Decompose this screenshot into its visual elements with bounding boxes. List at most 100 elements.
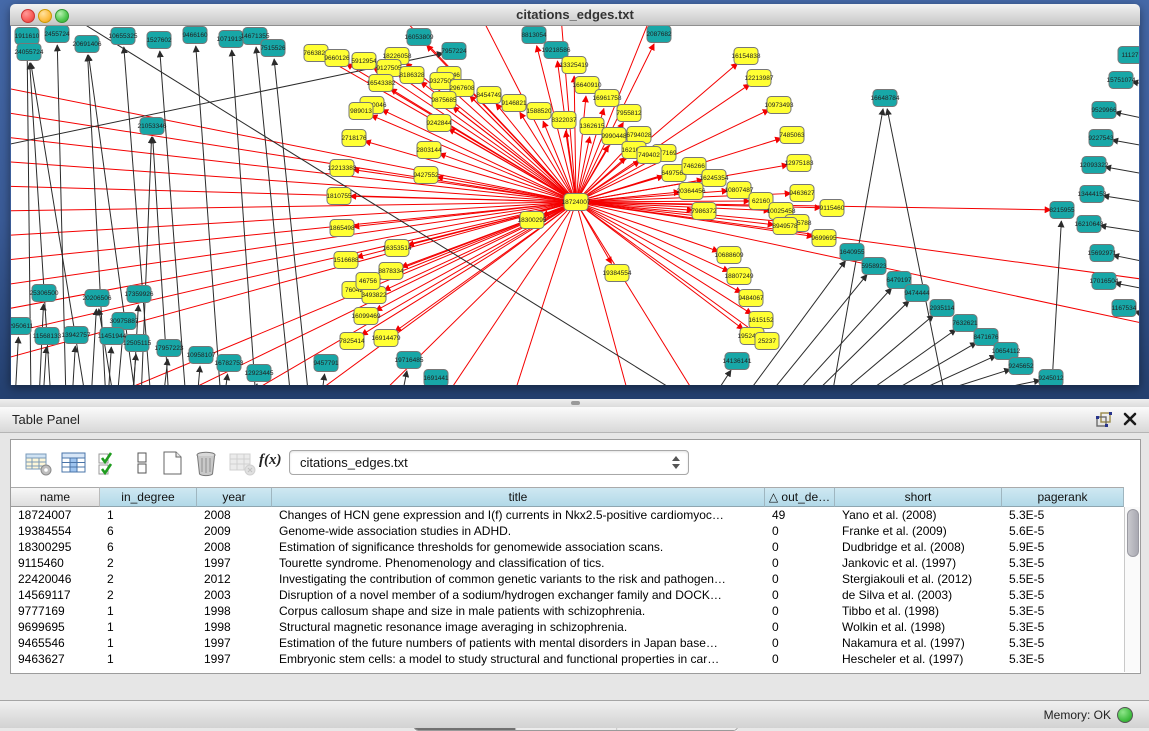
table-cell: Franke et al. (2009) bbox=[835, 523, 1002, 539]
table-cell: 5.3E-5 bbox=[1002, 635, 1124, 651]
table-cell: 6 bbox=[100, 539, 197, 555]
table-cell: Estimation of the future numbers of pati… bbox=[272, 635, 765, 651]
table-cell: 2012 bbox=[197, 571, 272, 587]
graph-node-label: 9457791 bbox=[313, 360, 339, 367]
window-titlebar[interactable]: citations_edges.txt bbox=[10, 4, 1140, 26]
table-panel: Table Panel bbox=[0, 407, 1149, 700]
table-settings-icon[interactable] bbox=[23, 448, 53, 478]
graph-edge bbox=[441, 202, 576, 385]
graph-node-label: 9227543 bbox=[1088, 135, 1114, 142]
column-header-title[interactable]: title bbox=[272, 487, 765, 507]
column-header-name[interactable]: name bbox=[11, 487, 100, 507]
graph-node-label: 8813054 bbox=[521, 32, 547, 39]
table-cell: 19384554 bbox=[11, 523, 100, 539]
splitter-handle-icon[interactable] bbox=[571, 401, 580, 405]
graph-node-label: 10654112 bbox=[992, 348, 1021, 355]
table-cell: 0 bbox=[765, 635, 835, 651]
graph-edge bbox=[196, 46, 221, 385]
column-header-out_de[interactable]: △ out_de… bbox=[765, 487, 835, 507]
delete-icon[interactable] bbox=[191, 448, 221, 478]
column-header-short[interactable]: short bbox=[835, 487, 1002, 507]
graph-node-label: 10958107 bbox=[187, 352, 216, 359]
memory-status-icon bbox=[1117, 707, 1133, 723]
table-cell: 2003 bbox=[197, 587, 272, 603]
graph-node-label: 9875685 bbox=[431, 97, 457, 104]
graph-node-label: 9427552 bbox=[413, 172, 439, 179]
close-panel-icon[interactable] bbox=[1121, 411, 1139, 427]
graph-node-label: 7955812 bbox=[616, 110, 642, 117]
graph-node-label: 25237 bbox=[758, 338, 776, 345]
table-row[interactable]: 1830029562008Estimation of significance … bbox=[11, 539, 1124, 555]
table-row[interactable]: 1872400712008Changes of HCN gene express… bbox=[11, 507, 1124, 523]
graph-edge bbox=[232, 50, 256, 385]
memory-status-label: Memory: OK bbox=[1044, 708, 1111, 722]
graph-node-label: 1691441 bbox=[423, 375, 449, 382]
column-header-pagerank[interactable]: pagerank bbox=[1002, 487, 1124, 507]
graph-node-label: 5912954 bbox=[351, 58, 377, 65]
graph-node-label: 989013 bbox=[350, 108, 372, 115]
scrollbar-thumb[interactable] bbox=[1127, 509, 1139, 557]
graph-node-label: 16648784 bbox=[871, 95, 900, 102]
graph-edge bbox=[1051, 221, 1061, 385]
graph-edge bbox=[711, 370, 731, 385]
vertical-scrollbar[interactable] bbox=[1124, 507, 1140, 672]
graph-edge bbox=[576, 202, 631, 385]
graph-node-label: 1865498 bbox=[329, 225, 355, 232]
show-columns-icon[interactable] bbox=[59, 448, 89, 478]
graph-node-label: 12093322 bbox=[1080, 162, 1109, 169]
table-row[interactable]: 946554611997Estimation of the future num… bbox=[11, 635, 1124, 651]
graph-edge bbox=[1115, 112, 1139, 121]
graph-node-label: 18724007 bbox=[562, 199, 591, 206]
graph-node-label: 9115460 bbox=[820, 205, 845, 212]
network-canvas[interactable]: 1911610245572424055724206914061065532515… bbox=[11, 26, 1139, 385]
table-cell: Yano et al. (2008) bbox=[835, 507, 1002, 523]
graph-node-label: 12213987 bbox=[745, 75, 774, 82]
new-table-icon[interactable] bbox=[157, 448, 187, 478]
table-cell: Hescheler et al. (1997) bbox=[835, 651, 1002, 667]
graph-node-label: 8322037 bbox=[551, 117, 577, 124]
graph-node-label: 62160 bbox=[752, 198, 770, 205]
graph-node-label: 1810755 bbox=[326, 193, 352, 200]
graph-node-label: 19218586 bbox=[542, 47, 571, 54]
graph-node-label: 9146821 bbox=[501, 100, 527, 107]
network-window[interactable]: citations_edges.txt 19116102455724240557… bbox=[10, 4, 1140, 385]
table-cell: 18724007 bbox=[11, 507, 100, 523]
graph-node-label: 12923445 bbox=[245, 370, 274, 377]
float-panel-icon[interactable] bbox=[1095, 411, 1113, 427]
table-row[interactable]: 977716911998Corpus callosum shape and si… bbox=[11, 603, 1124, 619]
graph-node-label: 16245354 bbox=[700, 175, 729, 182]
graph-edge bbox=[365, 141, 576, 202]
graph-node-label: 8878334 bbox=[378, 268, 404, 275]
table-row[interactable]: 1938455462009Genome-wide association stu… bbox=[11, 523, 1124, 539]
table-cell: 1 bbox=[100, 507, 197, 523]
table-row[interactable]: 969969511998Structural magnetic resonanc… bbox=[11, 619, 1124, 635]
table-cell: 1 bbox=[100, 635, 197, 651]
select-all-icon[interactable] bbox=[95, 448, 125, 478]
table-row[interactable]: 2242004622012Investigating the contribut… bbox=[11, 571, 1124, 587]
table-panel-body: f(x) citations_edges.txt namein_degreeye… bbox=[10, 439, 1141, 674]
function-builder-icon[interactable]: f(x) bbox=[259, 452, 293, 474]
graph-node-label: 12950611 bbox=[11, 323, 34, 330]
table-cell: 0 bbox=[765, 523, 835, 539]
table-row[interactable]: 1456911722003Disruption of a novel membe… bbox=[11, 587, 1124, 603]
delete-table-icon[interactable] bbox=[227, 448, 257, 478]
rows-icon[interactable] bbox=[127, 448, 157, 478]
column-header-year[interactable]: year bbox=[197, 487, 272, 507]
table-cell: 14569117 bbox=[11, 587, 100, 603]
graph-node-label: 10807487 bbox=[725, 187, 754, 194]
graph-node-label: 46756 bbox=[359, 278, 377, 285]
status-bar: Memory: OK bbox=[0, 700, 1149, 728]
table-cell: 2 bbox=[100, 587, 197, 603]
graph-edge bbox=[1105, 167, 1139, 176]
table-cell: 0 bbox=[765, 571, 835, 587]
graph-node-label: 17957223 bbox=[155, 345, 184, 352]
table-row[interactable]: 911546021997Tourette syndrome. Phenomeno… bbox=[11, 555, 1124, 571]
table-row[interactable]: 946362711997Embryonic stem cells: a mode… bbox=[11, 651, 1124, 667]
graph-node-label: 1167534 bbox=[1112, 305, 1137, 312]
network-view[interactable]: 1911610245572424055724206914061065532515… bbox=[11, 26, 1139, 385]
graph-node-label: 10655325 bbox=[109, 33, 138, 40]
column-header-in_degree[interactable]: in_degree bbox=[100, 487, 197, 507]
table-selector-combo[interactable]: citations_edges.txt bbox=[289, 450, 689, 475]
table-cell: Stergiakouli et al. (2012) bbox=[835, 571, 1002, 587]
table-cell: 1 bbox=[100, 603, 197, 619]
